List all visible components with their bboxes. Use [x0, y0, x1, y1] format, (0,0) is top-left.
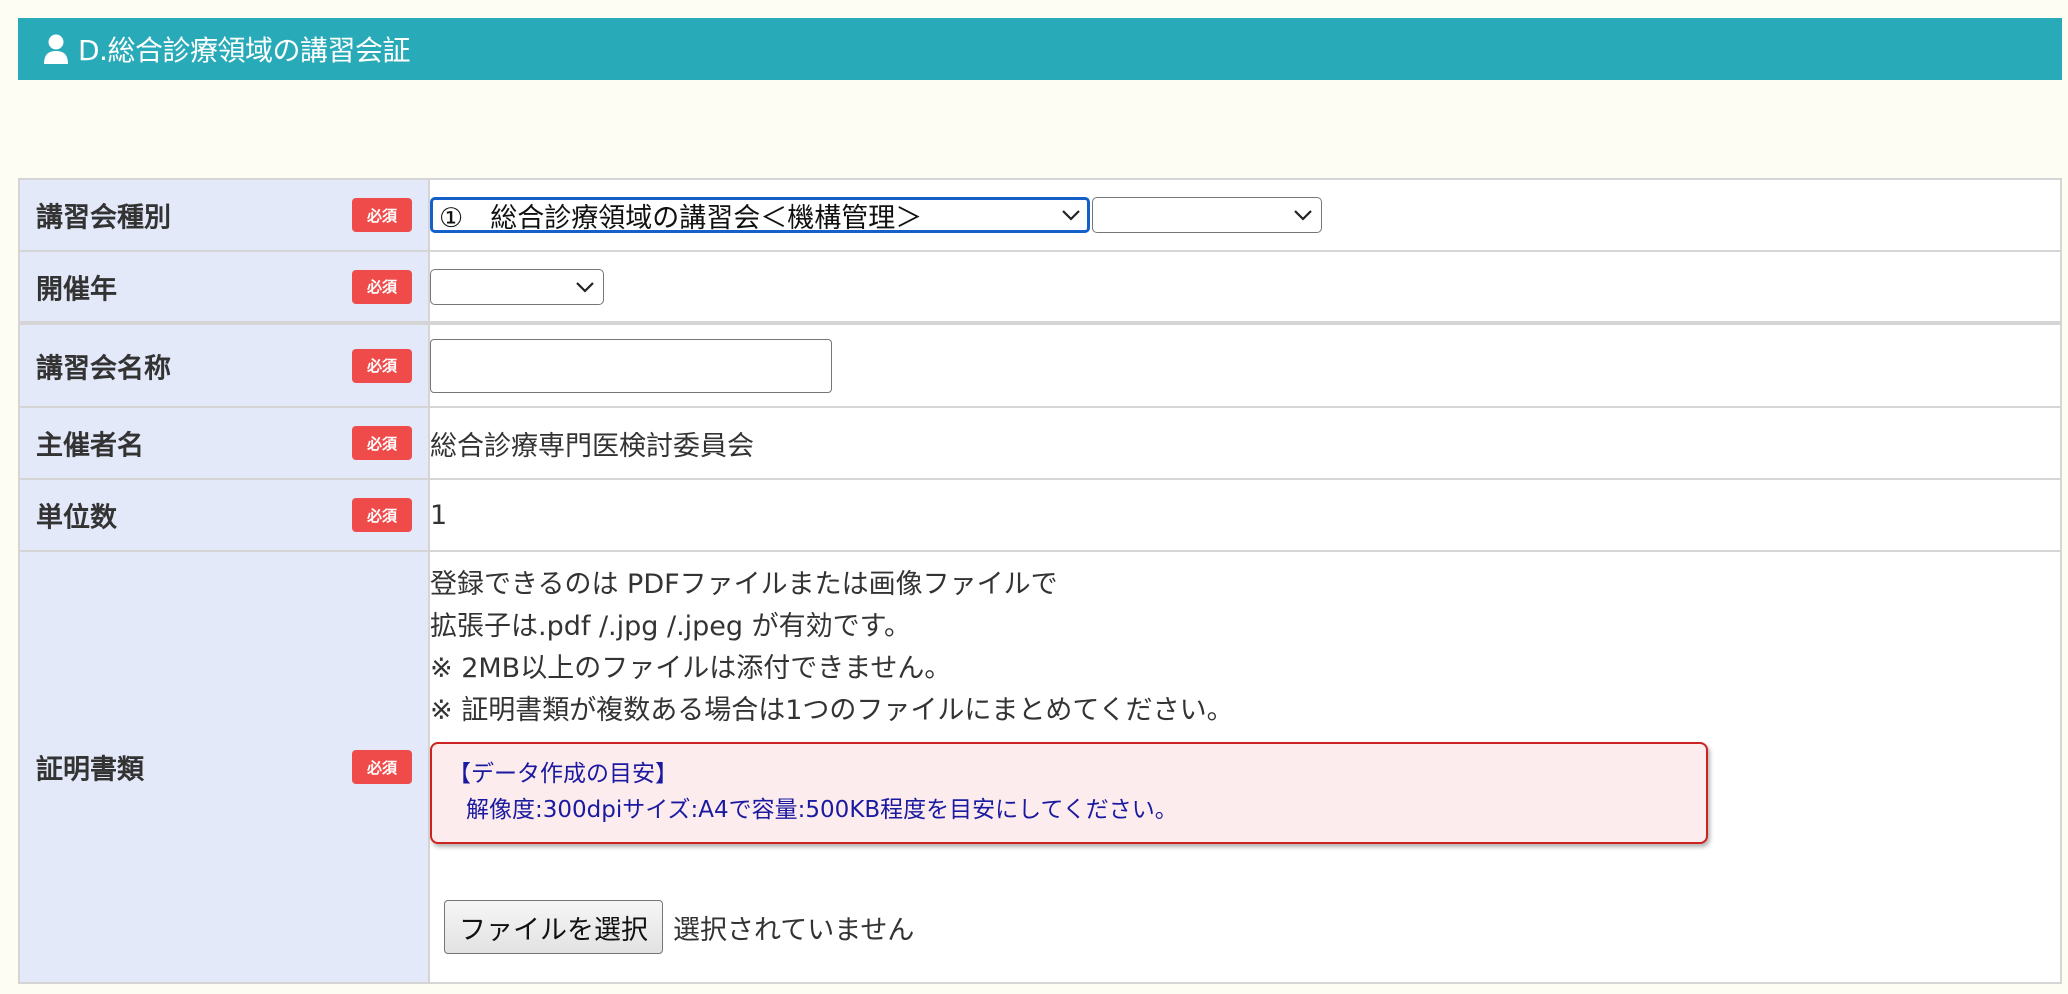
label-cell: 証明書類 必須	[18, 550, 430, 984]
field-label-year: 開催年	[36, 274, 117, 305]
form-row-organizer: 主催者名 必須 総合診療専門医検討委員会	[18, 406, 2062, 480]
field-label-units: 単位数	[36, 502, 117, 534]
course-type-select-value: ① 総合診療領域の講習会＜機構管理＞	[439, 202, 923, 234]
person-icon	[44, 34, 68, 64]
label-cell: 講習会種別 必須	[18, 178, 430, 252]
value-cell: 1	[428, 478, 2062, 552]
units-value: 1	[430, 499, 448, 531]
file-status-text: 選択されていません	[673, 914, 915, 946]
required-badge: 必須	[352, 498, 412, 532]
value-cell	[428, 321, 2062, 408]
certificate-note: 登録できるのは PDFファイルまたは画像ファイルで	[430, 569, 1058, 600]
form-row-year: 開催年 必須	[18, 250, 2062, 324]
certificate-note: ※ 証明書類が複数ある場合は1つのファイルにまとめてください。	[430, 695, 1234, 726]
label-cell: 主催者名 必須	[18, 406, 430, 480]
guide-body: 解像度:300dpiサイズ:A4で容量:500KB程度を目安にしてください。	[466, 797, 1178, 823]
label-cell: 単位数 必須	[18, 478, 430, 552]
label-cell: 開催年 必須	[18, 250, 430, 324]
organizer-value: 総合診療専門医検討委員会	[430, 430, 754, 462]
chevron-down-icon	[1294, 210, 1312, 221]
chevron-down-icon	[1062, 210, 1080, 221]
course-subtype-select[interactable]	[1092, 197, 1322, 233]
field-label-organizer: 主催者名	[36, 430, 144, 462]
label-cell: 講習会名称 必須	[18, 321, 430, 408]
year-select[interactable]	[430, 268, 604, 305]
choose-file-button[interactable]: ファイルを選択	[444, 900, 663, 954]
course-name-input[interactable]	[430, 338, 832, 393]
value-cell: 総合診療専門医検討委員会	[428, 406, 2062, 480]
form-row-course-type: 講習会種別 必須 ① 総合診療領域の講習会＜機構管理＞	[18, 178, 2062, 252]
required-badge: 必須	[352, 269, 412, 304]
value-cell: ① 総合診療領域の講習会＜機構管理＞	[428, 178, 2062, 252]
required-badge: 必須	[352, 750, 412, 784]
section-title: D.総合診療領域の講習会証	[78, 34, 410, 67]
required-badge: 必須	[352, 198, 412, 232]
file-upload: ファイルを選択 選択されていません	[430, 900, 2060, 954]
form-row-course-name: 講習会名称 必須	[18, 321, 2062, 408]
guide-title: 【データ作成の目安】	[448, 761, 678, 787]
certificate-note: 拡張子は.pdf /.jpg /.jpeg が有効です。	[430, 611, 911, 642]
certificate-note: ※ 2MB以上のファイルは添付できません。	[430, 653, 952, 684]
value-cell: 登録できるのは PDFファイルまたは画像ファイルで 拡張子は.pdf /.jpg…	[428, 550, 2062, 984]
required-badge: 必須	[352, 348, 412, 383]
chevron-down-icon	[576, 281, 594, 293]
form-row-units: 単位数 必須 1	[18, 478, 2062, 552]
form-table: 講習会種別 必須 ① 総合診療領域の講習会＜機構管理＞ 開催年 必須 講習会名称…	[18, 178, 2062, 984]
form-row-certificate: 証明書類 必須 登録できるのは PDFファイルまたは画像ファイルで 拡張子は.p…	[18, 550, 2062, 984]
data-guide-box: 【データ作成の目安】 解像度:300dpiサイズ:A4で容量:500KB程度を目…	[430, 742, 1708, 844]
field-label-course-type: 講習会種別	[36, 202, 171, 234]
section-header: D.総合診療領域の講習会証	[18, 18, 2062, 80]
course-type-select[interactable]: ① 総合診療領域の講習会＜機構管理＞	[430, 197, 1090, 234]
field-label-certificate: 証明書類	[36, 754, 144, 786]
required-badge: 必須	[352, 426, 412, 460]
value-cell	[428, 250, 2062, 324]
field-label-course-name: 講習会名称	[36, 353, 171, 384]
